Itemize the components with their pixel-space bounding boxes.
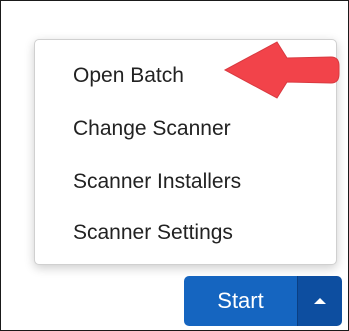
start-dropdown-toggle[interactable] bbox=[297, 276, 342, 326]
menu-item-open-batch[interactable]: Open Batch bbox=[73, 58, 184, 94]
menu-item-scanner-settings[interactable]: Scanner Settings bbox=[73, 215, 233, 251]
menu-item-change-scanner[interactable]: Change Scanner bbox=[73, 111, 231, 147]
start-button[interactable]: Start bbox=[184, 276, 297, 326]
screenshot-frame: Open Batch Change Scanner Scanner Instal… bbox=[0, 0, 349, 331]
red-arrow-icon bbox=[223, 41, 340, 99]
menu-item-scanner-installers[interactable]: Scanner Installers bbox=[73, 164, 241, 200]
caret-up-icon bbox=[314, 298, 326, 304]
start-split-button: Start bbox=[184, 276, 342, 326]
